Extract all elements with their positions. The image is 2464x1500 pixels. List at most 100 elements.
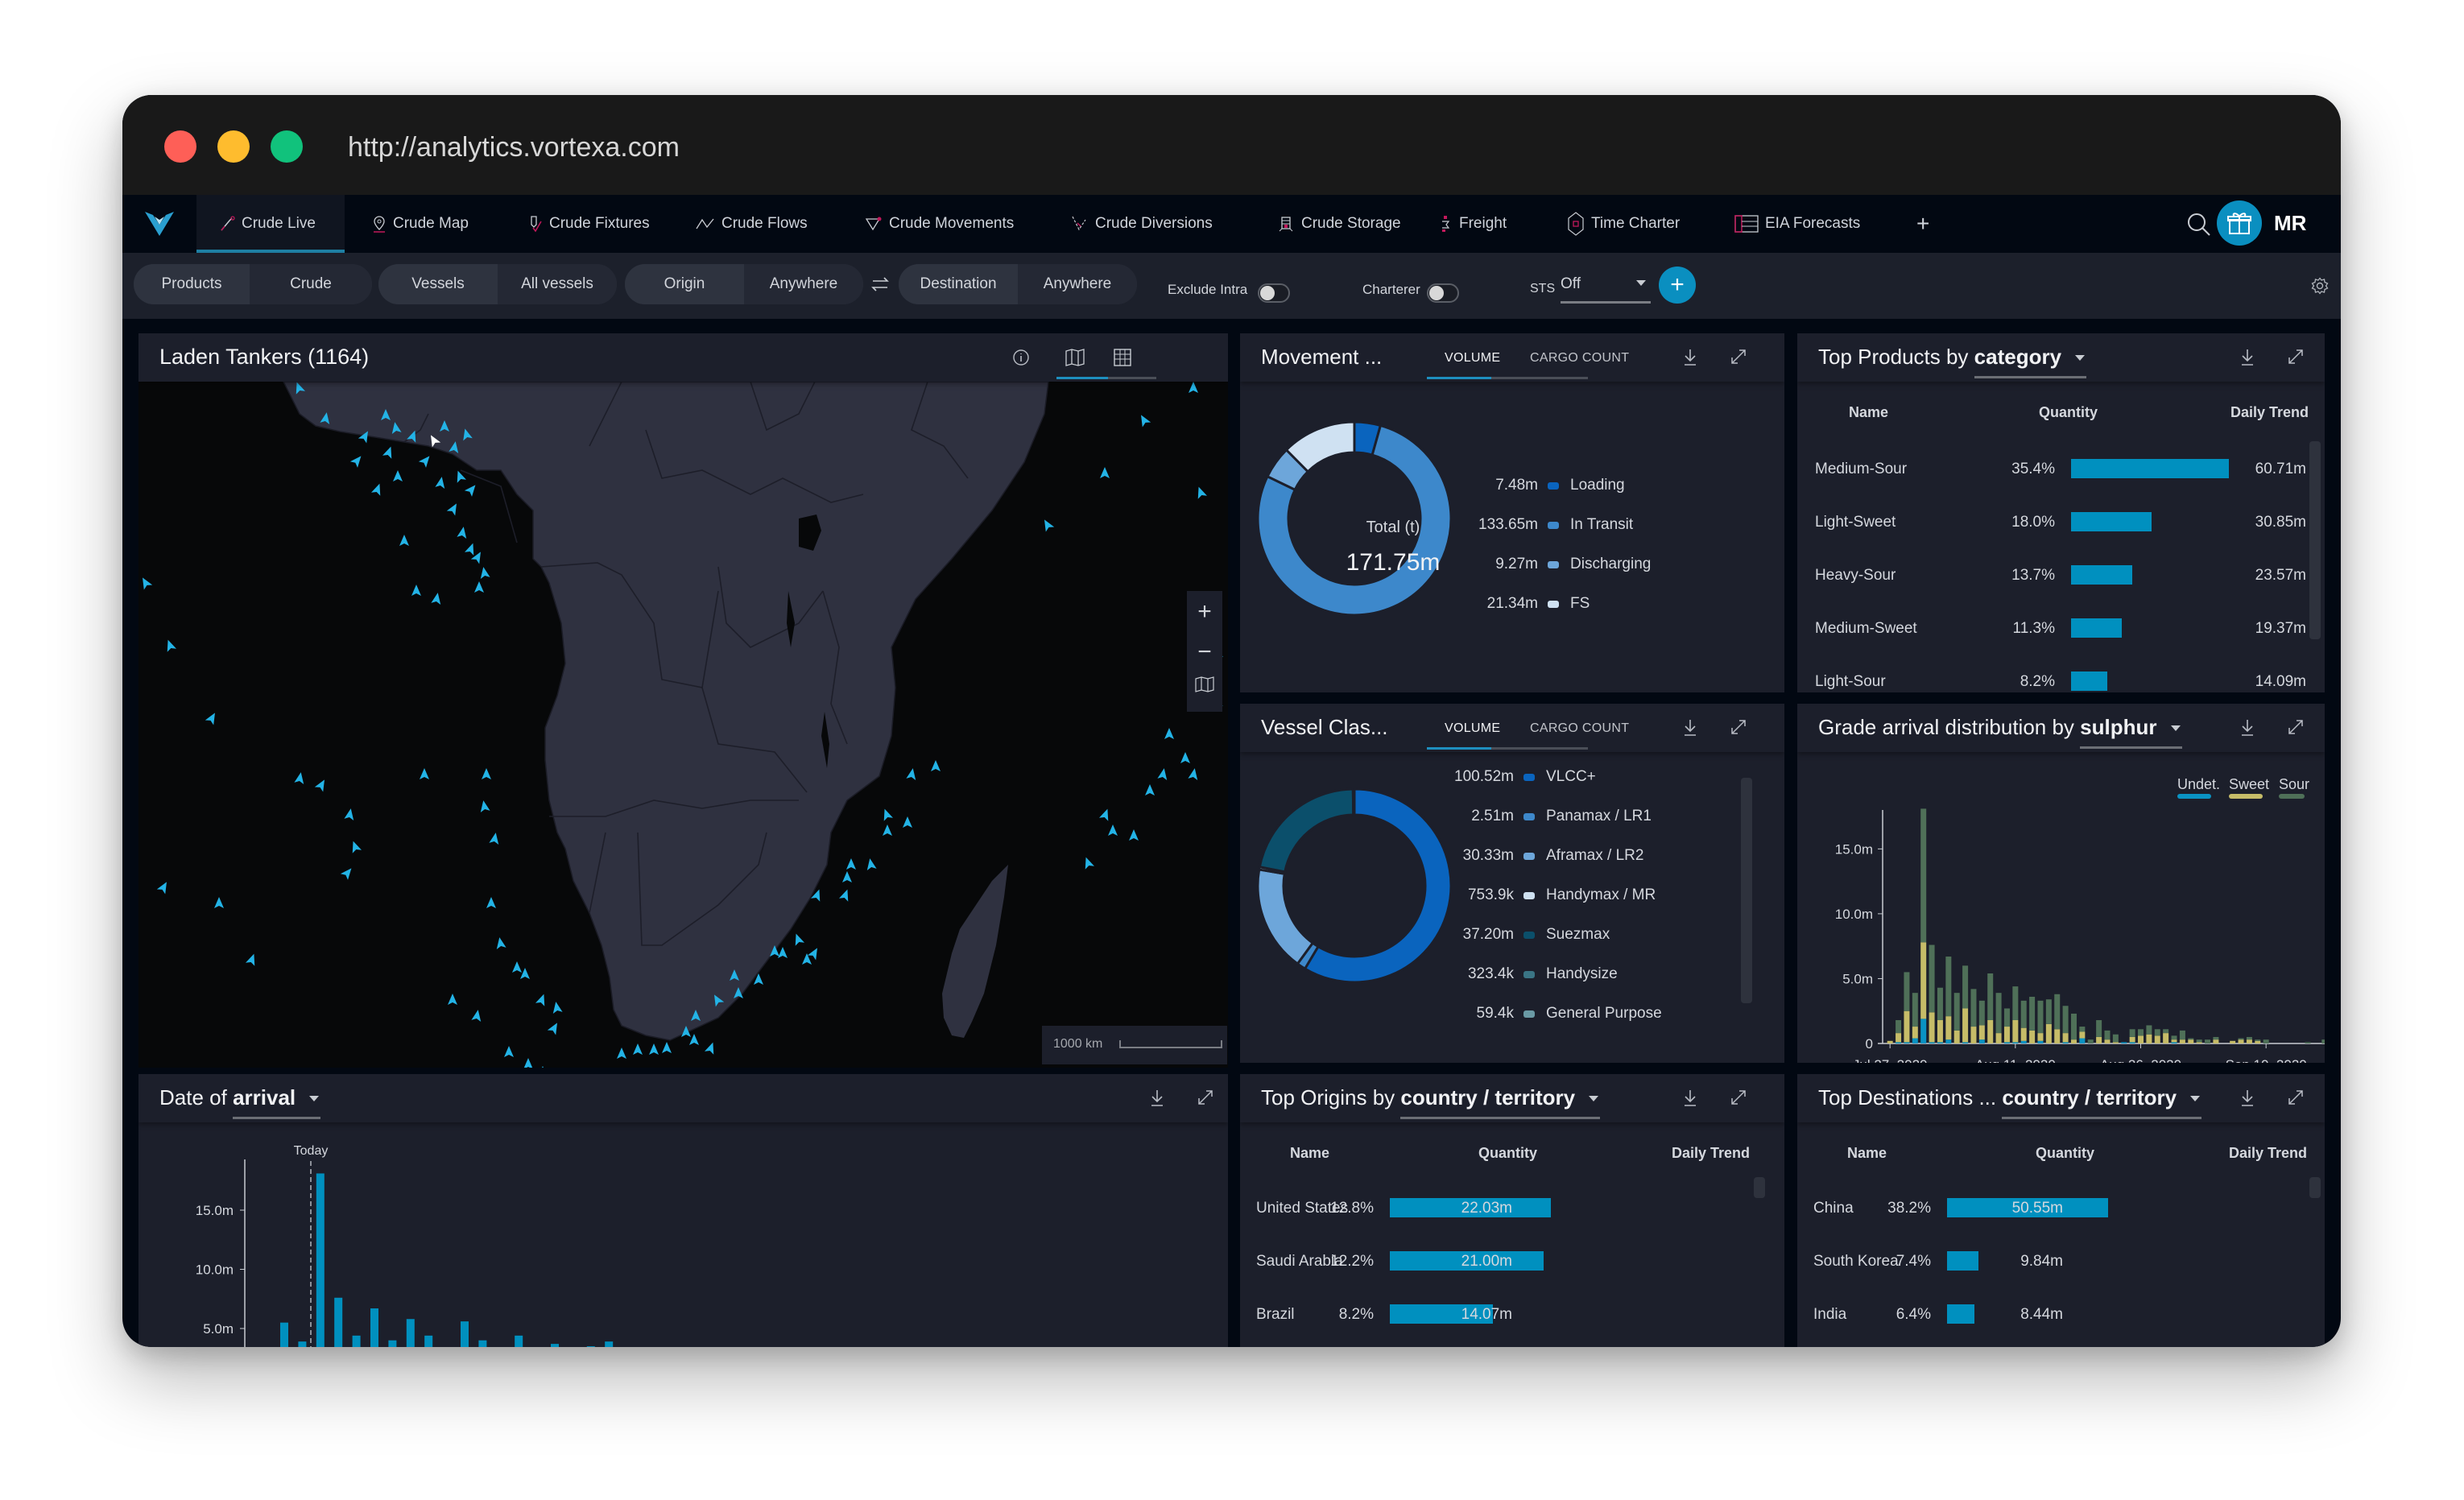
arrival-bar[interactable] <box>388 1340 397 1347</box>
bar-segment-sweet[interactable] <box>1920 942 1927 1019</box>
arrival-bar[interactable] <box>370 1308 378 1347</box>
bar-segment-sweet[interactable] <box>2238 1039 2244 1043</box>
bar-segment-sweet[interactable] <box>1896 1033 1902 1043</box>
bar-segment-sour[interactable] <box>1937 987 1943 1020</box>
arrival-bar[interactable] <box>406 1319 415 1347</box>
bar-segment-sweet[interactable] <box>2213 1039 2219 1043</box>
bar-segment-undet[interactable] <box>1896 1042 1902 1043</box>
bar-segment-sour[interactable] <box>1912 993 1918 1027</box>
bar-segment-undet[interactable] <box>2020 1040 2027 1043</box>
bar-segment-sour[interactable] <box>2146 1025 2152 1035</box>
vessels-filter[interactable]: Vessels All vessels <box>378 264 617 304</box>
bar-segment-sour[interactable] <box>2163 1029 2169 1034</box>
bar-segment-undet[interactable] <box>1978 1039 1985 1043</box>
donut-slice-aframax-lr2[interactable] <box>1256 868 1315 966</box>
bar-segment-sweet[interactable] <box>2037 1033 2044 1041</box>
bar-segment-sweet[interactable] <box>2188 1039 2194 1043</box>
bar-segment-sour[interactable] <box>2054 994 2061 1030</box>
arrival-bar[interactable] <box>605 1341 614 1347</box>
expand-button[interactable] <box>1197 1089 1218 1110</box>
bar-segment-sweet[interactable] <box>2163 1033 2169 1043</box>
bar-segment-sour[interactable] <box>2196 1039 2202 1043</box>
bar-segment-sour[interactable] <box>1995 993 2002 1034</box>
date-type-select[interactable]: arrival <box>233 1085 321 1119</box>
arrival-bar[interactable] <box>424 1335 433 1347</box>
bar-segment-sweet[interactable] <box>1962 1008 1969 1043</box>
arrival-bar[interactable] <box>352 1335 361 1347</box>
category-select[interactable]: category <box>1974 345 2087 378</box>
bar-segment-sweet[interactable] <box>2154 1035 2160 1043</box>
vortexa-logo[interactable] <box>122 195 196 253</box>
scrollbar[interactable] <box>2309 441 2321 639</box>
table-view-button[interactable] <box>1113 348 1134 369</box>
download-button[interactable] <box>1148 1089 1169 1110</box>
bar-segment-sour[interactable] <box>2020 1000 2027 1028</box>
origin-filter[interactable]: Origin Anywhere <box>625 264 863 304</box>
expand-button[interactable] <box>1730 718 1751 739</box>
bar-segment-sour[interactable] <box>2079 1027 2086 1032</box>
bar-segment-undet[interactable] <box>1962 1042 1969 1043</box>
bar-segment-sweet[interactable] <box>2012 1020 2019 1043</box>
bar-segment-sweet[interactable] <box>1987 1020 1994 1043</box>
legend-item[interactable]: 37.20m Suezmax <box>1425 926 1610 944</box>
bar-segment-sweet[interactable] <box>2196 1042 2202 1043</box>
bar-segment-undet[interactable] <box>1937 1042 1943 1043</box>
bar-segment-sweet[interactable] <box>2230 1040 2236 1043</box>
close-window-button[interactable] <box>164 130 196 163</box>
bar-segment-undet[interactable] <box>1912 1038 1918 1043</box>
row-name[interactable]: Light-Sour <box>1815 673 1886 691</box>
bar-segment-sweet[interactable] <box>2003 1027 2010 1043</box>
bar-segment-sour[interactable] <box>1929 944 1935 1013</box>
scrollbar[interactable] <box>1754 1177 1765 1198</box>
tab-crude-flows[interactable]: Crude Flows <box>696 195 808 253</box>
bar-segment-sour[interactable] <box>2213 1036 2219 1040</box>
bar-segment-sour[interactable] <box>2104 1030 2111 1040</box>
legend-item[interactable]: 9.27m Discharging <box>1449 556 1651 573</box>
tab-crude-map[interactable]: Crude Map <box>372 195 469 253</box>
tab-crude-storage[interactable]: Crude Storage <box>1279 195 1401 253</box>
sts-select[interactable]: Off <box>1561 271 1651 304</box>
download-button[interactable] <box>1681 718 1702 739</box>
bar-segment-undet[interactable] <box>1945 1039 1952 1043</box>
bar-segment-sour[interactable] <box>1896 1020 1902 1034</box>
row-name[interactable]: Light-Sweet <box>1815 514 1896 531</box>
bar-segment-undet[interactable] <box>2037 1040 2044 1043</box>
vessel-map[interactable] <box>138 382 1228 1068</box>
exclude-intra-toggle[interactable] <box>1258 283 1290 303</box>
download-button[interactable] <box>2239 718 2259 739</box>
arrival-bar[interactable] <box>298 1341 307 1347</box>
legend-item[interactable]: 100.52m VLCC+ <box>1425 768 1596 786</box>
bar-segment-sweet[interactable] <box>1887 1040 1893 1043</box>
bar-segment-sour[interactable] <box>1987 973 1994 1020</box>
bar-segment-sweet[interactable] <box>2171 1039 2177 1043</box>
destination-filter[interactable]: Destination Anywhere <box>899 264 1137 304</box>
download-button[interactable] <box>2239 1089 2259 1110</box>
bar-segment-sour[interactable] <box>2012 986 2019 1020</box>
row-name[interactable]: Brazil <box>1256 1306 1295 1324</box>
arrival-bar[interactable] <box>316 1173 325 1347</box>
map-layers-button[interactable] <box>1195 676 1216 697</box>
bar-segment-sweet[interactable] <box>2255 1040 2261 1043</box>
bar-segment-undet[interactable] <box>2062 1042 2069 1043</box>
bar-segment-sour[interactable] <box>2138 1029 2144 1036</box>
bar-segment-sweet[interactable] <box>1912 1027 1918 1039</box>
tab-eia-forecasts[interactable]: EIA Forecasts <box>1734 195 1860 253</box>
bar-segment-sweet[interactable] <box>1904 1010 1910 1043</box>
bar-segment-undet[interactable] <box>2079 1038 2086 1043</box>
bar-segment-sweet[interactable] <box>1995 1033 2002 1043</box>
tab-volume[interactable]: VOLUME <box>1445 351 1500 366</box>
bar-segment-sweet[interactable] <box>1970 1027 1977 1043</box>
search-button[interactable] <box>2185 211 2213 238</box>
bar-segment-undet[interactable] <box>2012 1042 2019 1043</box>
bar-segment-sour[interactable] <box>1904 972 1910 1011</box>
origin-grouping-select[interactable]: country / territory <box>1400 1085 1601 1119</box>
bar-segment-sour[interactable] <box>2096 1020 2102 1037</box>
bar-segment-sour[interactable] <box>2062 1006 2069 1034</box>
bar-segment-sweet[interactable] <box>2146 1034 2152 1043</box>
scrollbar[interactable] <box>2309 1177 2321 1198</box>
zoom-in-button[interactable]: + <box>1187 596 1222 628</box>
row-name[interactable]: Heavy-Sour <box>1815 567 1896 585</box>
arrival-bar[interactable] <box>586 1346 595 1347</box>
bar-segment-sweet[interactable] <box>1945 1016 1952 1040</box>
bar-segment-undet[interactable] <box>2171 1042 2177 1043</box>
